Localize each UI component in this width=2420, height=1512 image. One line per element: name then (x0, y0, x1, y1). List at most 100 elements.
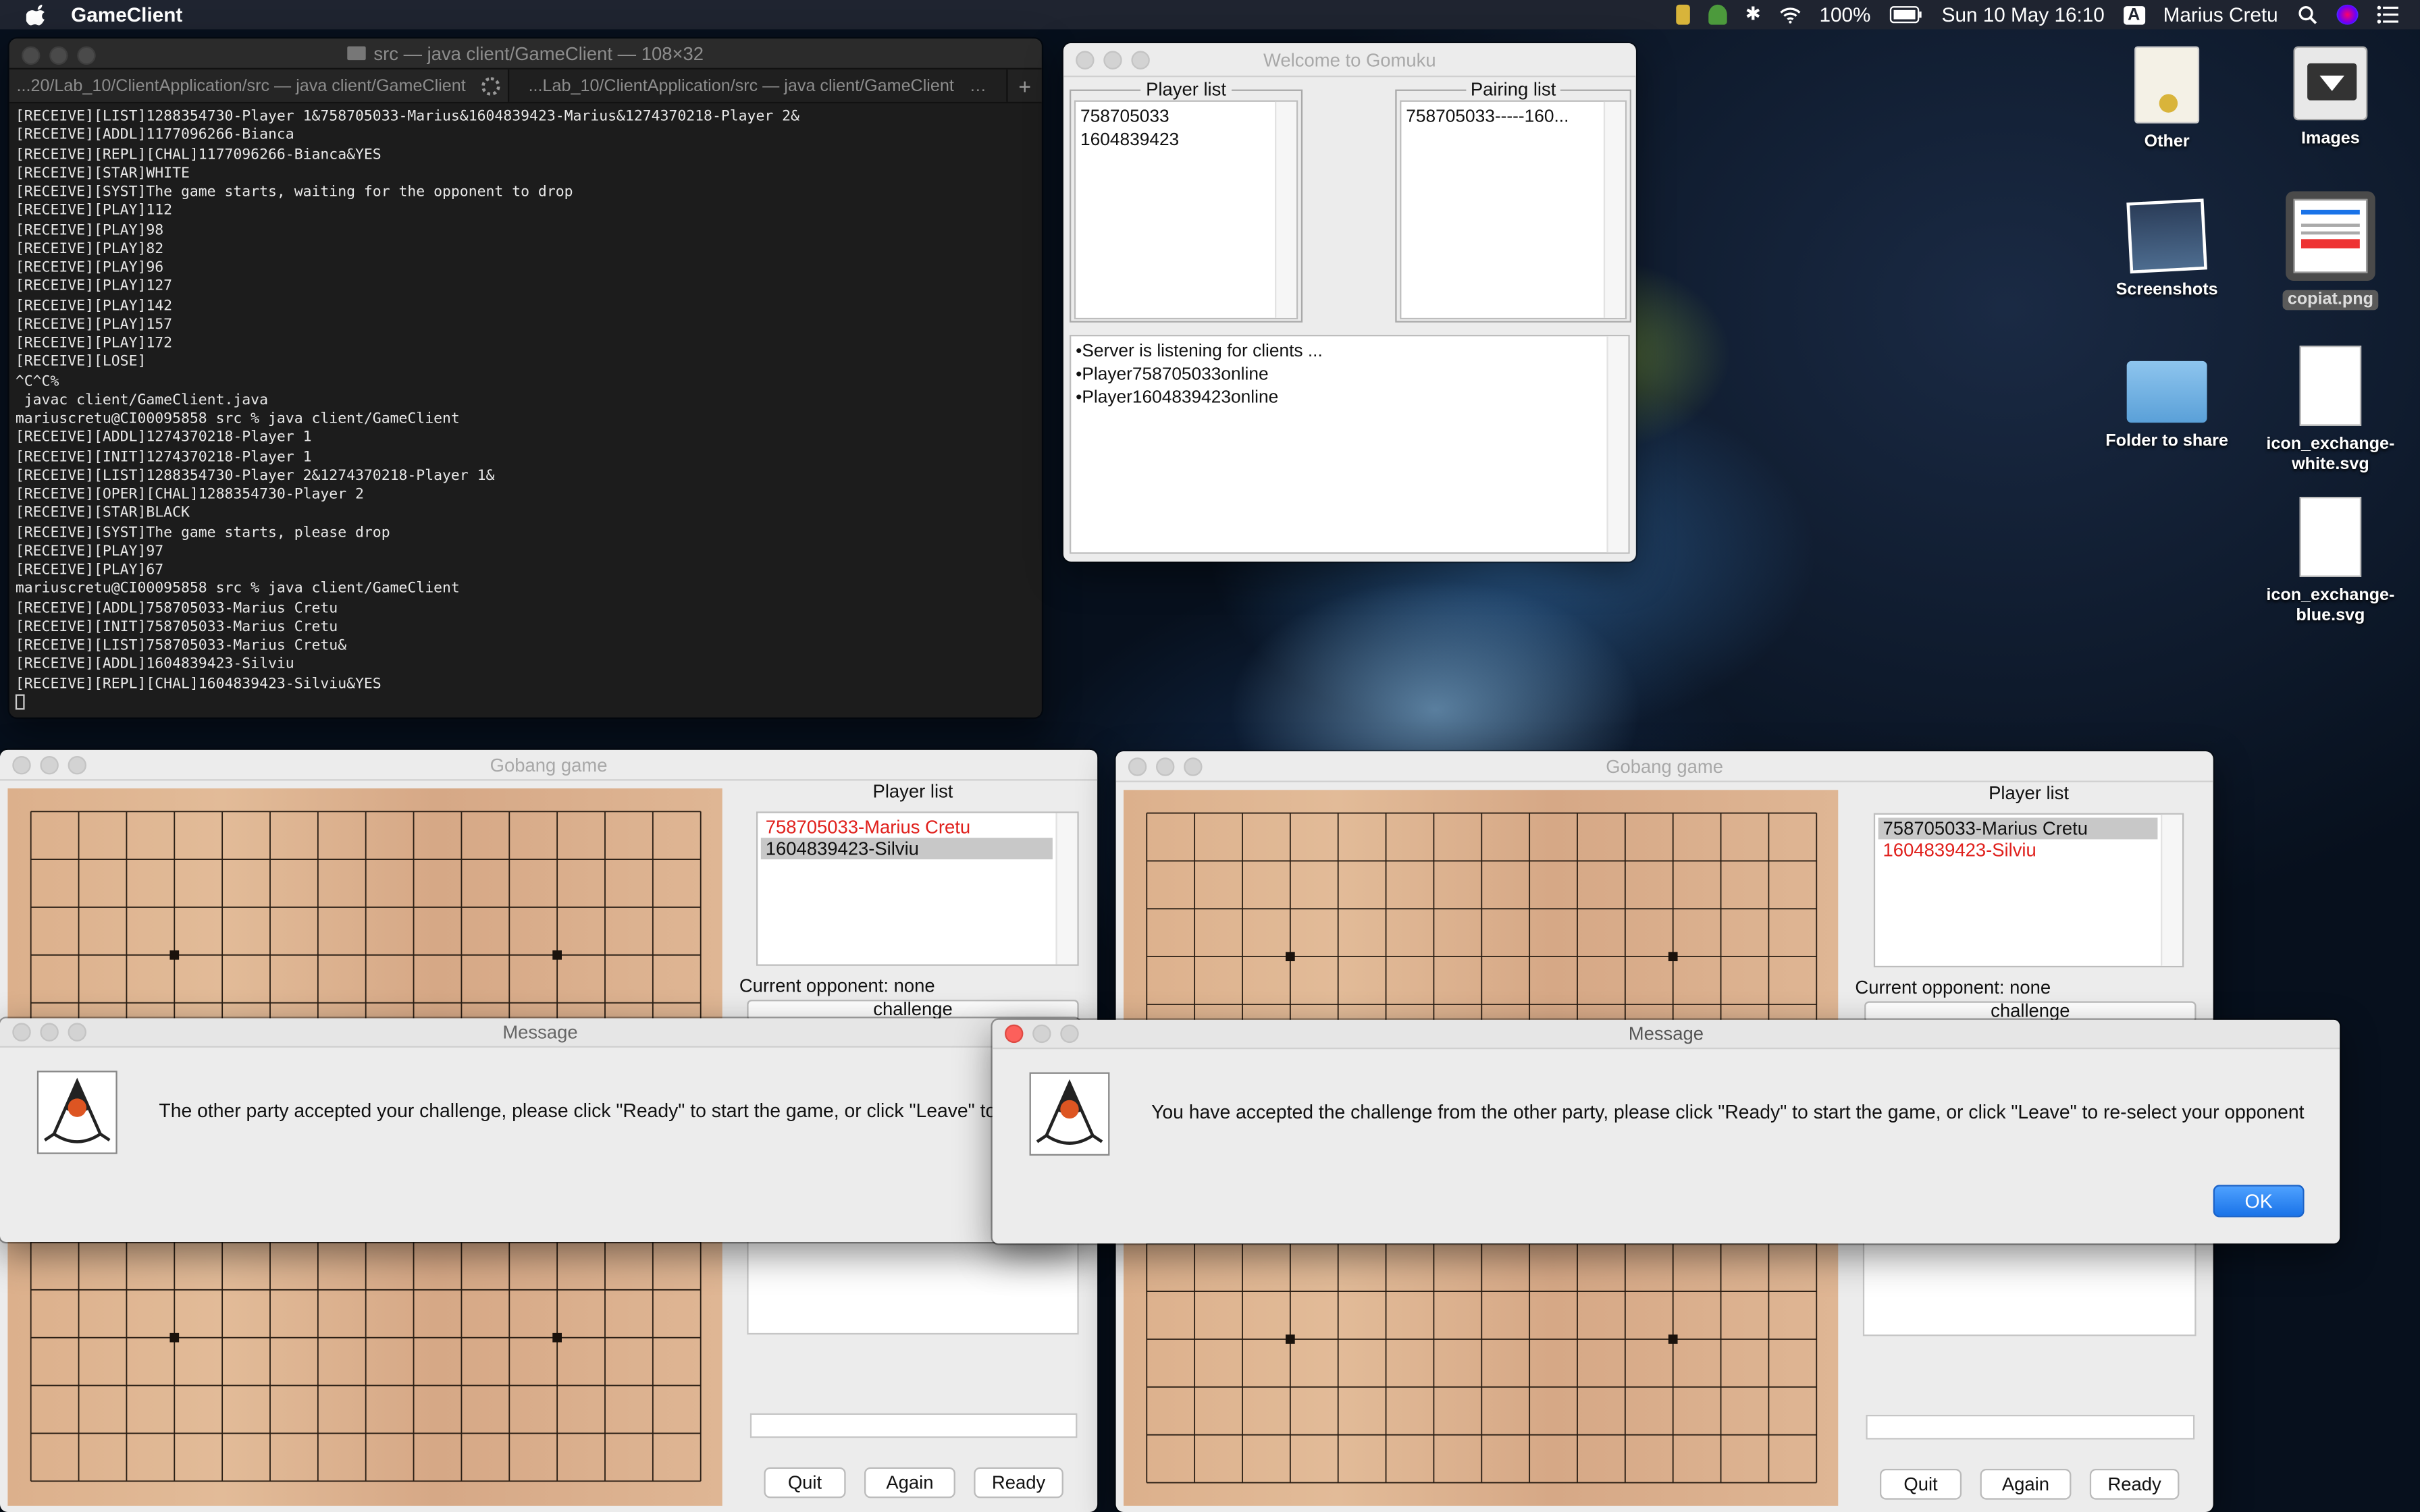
star-point (1285, 952, 1295, 961)
close-button[interactable] (12, 1023, 31, 1042)
minimize-button[interactable] (49, 46, 68, 65)
close-button[interactable] (1004, 1024, 1024, 1044)
close-button[interactable] (1076, 51, 1095, 70)
ready-button[interactable]: Ready (974, 1467, 1063, 1498)
gobang-titlebar[interactable]: Gobang game (1115, 751, 2213, 782)
player-list-item[interactable]: 1604839423-Silviu (1878, 839, 2158, 861)
quit-button[interactable]: Quit (1879, 1468, 1962, 1500)
message-title: Message (502, 1021, 578, 1044)
zoom-button[interactable] (1060, 1024, 1079, 1044)
terminal-tab-1[interactable]: ...20/Lab_10/ClientApplication/src — jav… (9, 69, 509, 102)
player-list-item[interactable]: 1604839423 (1076, 130, 1296, 153)
desktop-icon-copiat[interactable]: copiat.png (2253, 191, 2408, 310)
again-button[interactable]: Again (864, 1467, 955, 1498)
tree-icon[interactable] (1708, 4, 1727, 25)
message-dialog-right[interactable]: Message You have accepted the challenge … (992, 1019, 2340, 1244)
chat-area[interactable] (747, 1233, 1079, 1335)
search-icon[interactable] (2296, 5, 2318, 25)
window-controls (1076, 51, 1150, 70)
close-button[interactable] (21, 46, 41, 65)
terminal-line: [RECEIVE][PLAY]98 (15, 221, 164, 239)
player-list-title: Player list (1989, 782, 2069, 804)
player-list-item[interactable]: 758705033-Marius Cretu (1878, 817, 2158, 840)
minimize-button[interactable] (40, 1023, 59, 1042)
star-point (552, 950, 562, 960)
terminal-titlebar[interactable]: src — java client/GameClient — 108×32 (9, 38, 1042, 70)
screenshots-folder-icon (2126, 198, 2207, 274)
close-button[interactable] (1128, 757, 1147, 776)
scrollbar[interactable] (2160, 814, 2182, 966)
log-line: •Player758705033online (1076, 365, 1269, 385)
wifi-icon[interactable] (1779, 5, 1801, 25)
text-cursor (15, 695, 25, 710)
message-titlebar[interactable]: Message (992, 1019, 2340, 1050)
desktop-icon-screenshots[interactable]: Screenshots (2090, 198, 2244, 301)
chat-input[interactable] (749, 1413, 1078, 1438)
new-tab-button[interactable]: + (1008, 70, 1042, 102)
message-titlebar[interactable]: Message (0, 1018, 1080, 1048)
zoom-button[interactable] (68, 1023, 86, 1042)
scrollbar[interactable] (1274, 101, 1296, 318)
terminal-output[interactable]: [RECEIVE][LIST]1288354730-Player 1&75870… (9, 103, 1042, 718)
again-button[interactable]: Again (1980, 1468, 2072, 1500)
terminal-line: [RECEIVE][PLAY]142 (15, 296, 173, 315)
scrollbar[interactable] (1055, 813, 1078, 965)
terminal-line: [RECEIVE][LIST]1288354730-Player 2&12743… (15, 466, 495, 485)
star-point (169, 950, 180, 960)
message-dialog-left[interactable]: Message The other party accepted your ch… (0, 1018, 1080, 1242)
minimize-button[interactable] (1032, 1024, 1051, 1044)
minimize-button[interactable] (40, 755, 59, 775)
ready-button[interactable]: Ready (2089, 1468, 2180, 1500)
desktop-icon-images[interactable]: Images (2253, 46, 2408, 150)
bluetooth-icon[interactable]: ✱ (1745, 4, 1761, 25)
ok-button[interactable]: OK (2213, 1185, 2305, 1218)
terminal-line: [RECEIVE][PLAY]172 (15, 334, 173, 352)
desktop-icon-other[interactable]: Other (2090, 46, 2244, 153)
message-text: You have accepted the challenge from the… (1151, 1101, 2305, 1123)
terminal-tab-2[interactable]: ...Lab_10/ClientApplication/src — java c… (508, 69, 1008, 102)
zoom-button[interactable] (1131, 51, 1150, 70)
terminal-window[interactable]: src — java client/GameClient — 108×32 ..… (9, 38, 1042, 718)
zoom-button[interactable] (77, 46, 96, 65)
desktop-icon-folder-to-share[interactable]: Folder to share (2090, 355, 2244, 452)
log-line: •Server is listening for clients ... (1076, 342, 1323, 361)
player-list[interactable]: 758705033-Marius Cretu 1604839423-Silviu (1873, 813, 2184, 968)
player-list-item[interactable]: 758705033-Marius Cretu (761, 816, 1053, 838)
scrollbar[interactable] (1603, 101, 1625, 318)
gobang-titlebar[interactable]: Gobang game (0, 749, 1098, 781)
notification-center-icon[interactable] (2377, 5, 2398, 25)
battery-icon[interactable] (1889, 5, 1923, 25)
shield-icon[interactable] (1675, 4, 1690, 25)
server-log[interactable]: •Server is listening for clients ... •Pla… (1069, 334, 1630, 554)
chat-area[interactable] (1862, 1234, 2197, 1336)
minimize-button[interactable] (1155, 757, 1175, 776)
active-app-name[interactable]: GameClient (71, 3, 182, 26)
current-opponent: Current opponent: none (739, 975, 935, 997)
player-list[interactable]: 758705033-Marius Cretu 1604839423-Silviu (756, 811, 1079, 966)
quit-button[interactable]: Quit (764, 1467, 846, 1498)
player-list[interactable]: 758705033 1604839423 (1074, 100, 1298, 320)
pairing-list[interactable]: 758705033-----160... (1400, 100, 1627, 320)
zoom-button[interactable] (68, 755, 86, 775)
desktop-icon-exchange-blue[interactable]: icon_exchange-blue.svg (2253, 496, 2408, 626)
siri-icon[interactable] (2336, 4, 2359, 25)
pairing-list-item[interactable]: 758705033-----160... (1401, 107, 1625, 130)
user-name[interactable]: Marius Cretu (2163, 3, 2278, 26)
scrollbar[interactable] (1606, 336, 1629, 553)
player-list-item[interactable]: 758705033 (1076, 107, 1296, 130)
desktop-icon-exchange-white[interactable]: icon_exchange-white.svg (2253, 345, 2408, 475)
clock[interactable]: Sun 10 May 16:10 (1942, 3, 2105, 26)
java-duke-icon (1029, 1072, 1110, 1156)
terminal-cursor-line (15, 694, 1036, 713)
input-source[interactable]: A (2123, 5, 2145, 24)
close-button[interactable] (12, 755, 31, 775)
server-window[interactable]: Welcome to Gomuku Player list 758705033 1… (1063, 43, 1636, 562)
chat-input[interactable] (1866, 1414, 2195, 1440)
zoom-button[interactable] (1184, 757, 1203, 776)
terminal-title: src — java client/GameClient — 108×32 (373, 42, 704, 64)
terminal-line: [RECEIVE][PLAY]112 (15, 202, 173, 220)
player-list-item[interactable]: 1604839423-Silviu (760, 838, 1053, 860)
server-titlebar[interactable]: Welcome to Gomuku (1063, 43, 1636, 78)
apple-icon[interactable] (26, 3, 48, 26)
minimize-button[interactable] (1103, 51, 1122, 70)
